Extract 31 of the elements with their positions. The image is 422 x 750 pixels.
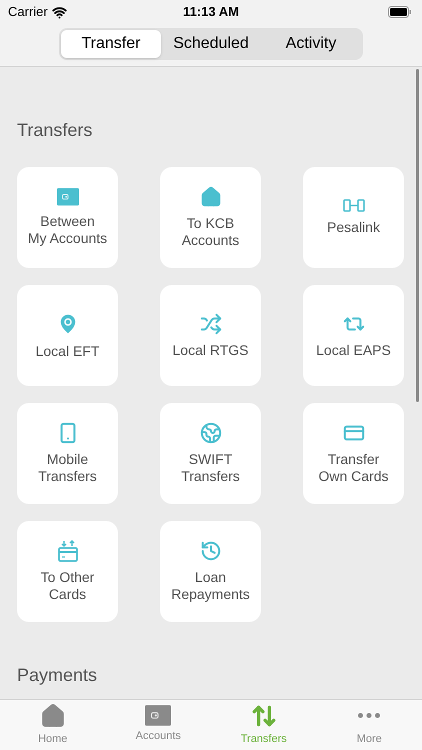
- transfer-tile[interactable]: To KCB Accounts: [160, 167, 261, 268]
- segment-tab[interactable]: Scheduled: [161, 30, 261, 58]
- shuffle-icon: [200, 312, 222, 334]
- transfer-tile[interactable]: Mobile Transfers: [17, 403, 118, 504]
- card-arrows-icon: [58, 540, 78, 562]
- segment-tab[interactable]: Transfer: [61, 30, 161, 58]
- transfer-tile[interactable]: Between My Accounts: [17, 167, 118, 268]
- more-icon: [358, 713, 380, 718]
- transfer-tile[interactable]: To Other Cards: [17, 521, 118, 622]
- globe-icon: [200, 422, 222, 444]
- wallet-icon: [56, 188, 78, 206]
- two-phones-icon: [342, 199, 364, 212]
- segment-tab[interactable]: Activity: [261, 30, 361, 58]
- wallet-icon: [145, 705, 172, 726]
- house-icon: [200, 186, 222, 208]
- transfer-tile[interactable]: Local RTGS: [160, 285, 261, 386]
- battery-icon: [388, 6, 412, 18]
- section-heading: Transfers: [16, 119, 94, 142]
- transfer-tile[interactable]: Pesalink: [303, 167, 404, 268]
- history-icon: [200, 540, 222, 562]
- carrier-text: Carrier: [8, 3, 48, 22]
- transfer-tile[interactable]: Transfer Own Cards: [303, 403, 404, 504]
- up-down-arrows-icon: [250, 702, 277, 729]
- section-heading: Payments: [16, 664, 98, 687]
- status-time: 11:13 AM: [183, 3, 239, 22]
- transfer-tile[interactable]: Local EAPS: [303, 285, 404, 386]
- transfer-tile[interactable]: Local EFT: [17, 285, 118, 386]
- transfer-tile[interactable]: Loan Repayments: [160, 521, 261, 622]
- wifi-icon: [52, 4, 67, 20]
- home-icon: [40, 702, 66, 729]
- transfer-tile[interactable]: SWIFT Transfers: [160, 403, 261, 504]
